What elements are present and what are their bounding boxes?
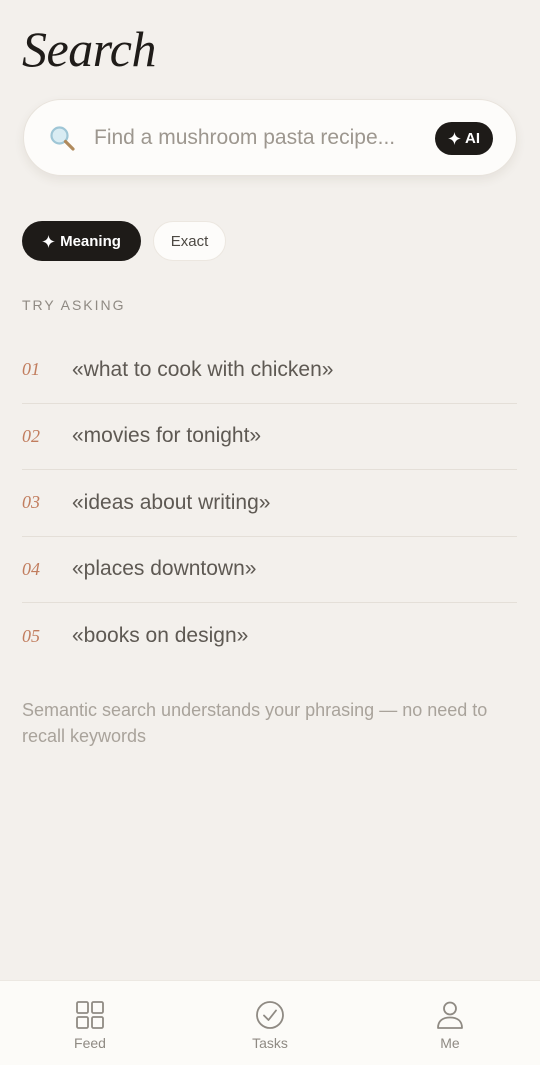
page-title: Search <box>22 21 157 77</box>
mode-meaning-button[interactable]: Meaning <box>22 221 141 261</box>
mode-exact-button[interactable]: Exact <box>153 221 226 261</box>
sparkle-icon <box>448 132 461 145</box>
ai-button[interactable]: AI <box>435 122 493 155</box>
suggestion-list: 01 «what to cook with chicken» 02 «movie… <box>22 337 517 670</box>
nav-label: Me <box>440 1035 460 1051</box>
mode-meaning-label: Meaning <box>60 232 121 250</box>
nav-item-feed[interactable]: Feed <box>40 999 140 1051</box>
search-bar[interactable]: AI <box>23 99 517 176</box>
grid-icon <box>76 1001 104 1029</box>
nav-item-me[interactable]: Me <box>400 999 500 1051</box>
suggestion-text: «places downtown» <box>72 557 257 581</box>
bottom-nav: Feed Tasks Me <box>0 980 540 1065</box>
search-input[interactable] <box>94 118 444 158</box>
semantic-search-hint: Semantic search understands your phrasin… <box>22 700 488 746</box>
suggestion-number: 02 <box>22 425 40 446</box>
suggestion-number: 05 <box>22 625 40 646</box>
mode-exact-label: Exact <box>170 232 209 250</box>
suggestion-number: 03 <box>22 492 40 513</box>
person-icon <box>437 1001 463 1029</box>
suggestion-text: «movies for tonight» <box>72 424 262 448</box>
suggestion-text: «ideas about writing» <box>72 490 271 514</box>
check-circle-icon <box>256 1001 284 1029</box>
suggestion-number: 04 <box>22 558 40 579</box>
suggestion-item[interactable]: 03 «ideas about writing» <box>22 470 517 537</box>
suggestion-item[interactable]: 02 «movies for tonight» <box>22 404 517 470</box>
sparkle-icon <box>42 234 56 248</box>
ai-button-label: AI <box>465 130 480 147</box>
suggestion-item[interactable]: 01 «what to cook with chicken» <box>22 337 517 404</box>
suggestion-text: «what to cook with chicken» <box>72 357 334 381</box>
suggestion-item[interactable]: 05 «books on design» <box>22 603 517 670</box>
search-screen: Search AI Meaning Exact TRY ASKING <box>0 0 540 1065</box>
suggestion-text: «books on design» <box>72 624 249 648</box>
nav-label: Feed <box>74 1035 106 1051</box>
suggestion-item[interactable]: 04 «places downtown» <box>22 537 517 603</box>
suggestion-number: 01 <box>22 359 40 380</box>
try-asking-heading: TRY ASKING <box>22 297 126 313</box>
search-icon <box>48 124 76 152</box>
nav-item-tasks[interactable]: Tasks <box>220 999 320 1051</box>
search-mode-toggle: Meaning Exact <box>22 221 226 261</box>
nav-label: Tasks <box>252 1035 288 1051</box>
